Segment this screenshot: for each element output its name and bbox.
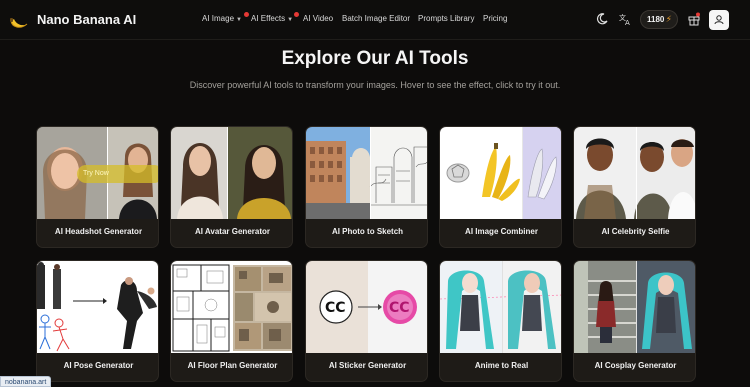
gift-icon[interactable] — [687, 12, 701, 26]
banana-logo-icon[interactable] — [8, 9, 30, 31]
tool-preview-image — [37, 261, 158, 353]
try-now-button[interactable]: Try Now — [77, 165, 158, 183]
before-after-divider — [636, 261, 637, 353]
top-navbar: Nano Banana AI AI Image ▼ AI Effects ▼ AI … — [0, 0, 750, 40]
svg-text:CC: CC — [389, 300, 410, 316]
before-after-divider — [370, 127, 371, 219]
chevron-down-icon: ▼ — [236, 17, 242, 23]
tool-label: AI Floor Plan Generator — [187, 361, 278, 370]
svg-text:A: A — [625, 19, 630, 26]
nav-ai-effects[interactable]: AI Effects ▼ — [251, 14, 293, 23]
tool-label: AI Celebrity Selfie — [601, 227, 670, 236]
svg-text:CC: CC — [325, 300, 346, 316]
nav-ai-video[interactable]: AI Video — [303, 14, 333, 23]
brand-name[interactable]: Nano Banana AI — [37, 12, 136, 27]
tool-card-sticker[interactable]: CC CC AI Sticker Generator — [305, 260, 428, 382]
chevron-down-icon: ▼ — [287, 17, 294, 23]
tool-preview-image — [574, 261, 695, 353]
user-icon — [714, 15, 724, 25]
new-badge-dot — [244, 12, 249, 17]
tool-card-celebrity-selfie[interactable]: AI Celebrity Selfie — [573, 126, 696, 248]
tool-preview-image — [171, 261, 292, 353]
tool-card-avatar[interactable]: AI Avatar Generator — [170, 126, 293, 248]
page-title: Explore Our AI Tools — [281, 48, 469, 69]
moon-icon[interactable] — [595, 12, 609, 26]
status-url-tooltip: nobanana.art — [0, 376, 52, 387]
tool-preview-image — [306, 127, 427, 219]
tool-label: AI Cosplay Generator — [594, 361, 677, 370]
new-badge-dot — [294, 12, 299, 17]
tool-label: AI Photo to Sketch — [331, 227, 404, 236]
tool-label: AI Sticker Generator — [328, 361, 407, 370]
tool-label: Anime to Real — [474, 361, 529, 370]
tool-preview-image — [574, 127, 695, 219]
nav-ai-image[interactable]: AI Image ▼ — [202, 14, 242, 23]
translate-icon[interactable]: 文 A — [618, 12, 632, 26]
tool-label: AI Pose Generator — [63, 361, 134, 370]
tool-card-cosplay[interactable]: AI Cosplay Generator — [573, 260, 696, 382]
tool-label: AI Headshot Generator — [54, 227, 143, 236]
nav-prompts-library[interactable]: Prompts Library — [418, 14, 474, 23]
tool-card-anime-to-real[interactable]: Anime to Real — [439, 260, 562, 382]
user-menu-button[interactable] — [709, 10, 729, 30]
tool-preview-image: CC CC — [306, 261, 427, 353]
before-after-divider — [636, 127, 637, 219]
credits-balance[interactable]: 1180 ⚡ — [640, 10, 678, 29]
before-after-divider — [502, 261, 503, 353]
tool-preview-image — [440, 261, 561, 353]
page-subtitle: Discover powerful AI tools to transform … — [189, 80, 561, 90]
tool-card-image-combiner[interactable]: AI Image Combiner — [439, 126, 562, 248]
tool-card-headshot[interactable]: Try Now AI Headshot Generator — [36, 126, 159, 248]
before-after-divider — [522, 127, 523, 219]
nav-batch-image-editor[interactable]: Batch Image Editor — [342, 14, 410, 23]
tool-preview-image — [440, 127, 561, 219]
tool-label: AI Avatar Generator — [195, 227, 270, 236]
bolt-icon: ⚡ — [665, 14, 672, 24]
before-after-divider — [227, 127, 228, 219]
tool-label: AI Image Combiner — [465, 227, 538, 236]
nav-pricing[interactable]: Pricing — [483, 14, 507, 23]
tool-card-floor-plan[interactable]: AI Floor Plan Generator — [170, 260, 293, 382]
tool-card-pose[interactable]: AI Pose Generator — [36, 260, 159, 382]
tool-preview-image — [171, 127, 292, 219]
tool-card-photo-to-sketch[interactable]: AI Photo to Sketch — [305, 126, 428, 248]
